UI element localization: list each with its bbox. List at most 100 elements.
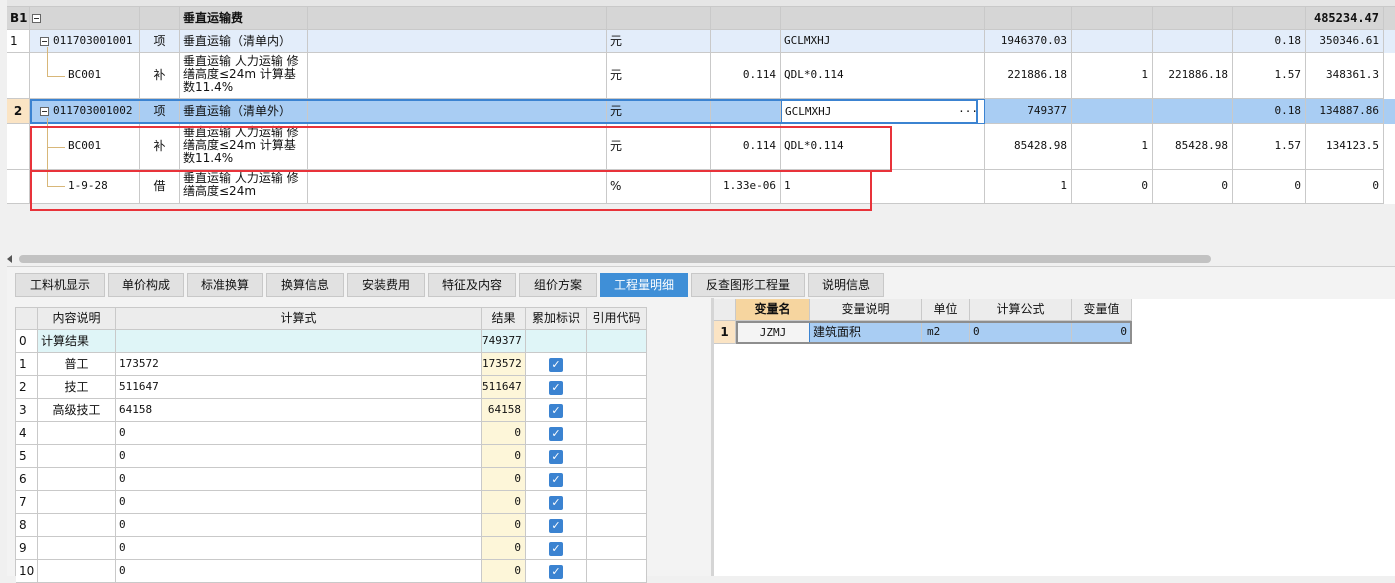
detail-formula-cell[interactable]: 173572: [116, 353, 482, 376]
table-row[interactable]: BC001 补 垂直运输 人力运输 修缮高度≤24m 计算基数11.4% 元 0…: [7, 53, 1395, 130]
detail-desc-cell[interactable]: [38, 560, 116, 583]
detail-accum-cell[interactable]: ✓: [526, 376, 587, 399]
check-icon[interactable]: ✓: [549, 519, 563, 533]
item-qty[interactable]: 0.114: [711, 53, 781, 99]
detail-formula-cell[interactable]: 0: [116, 422, 482, 445]
detail-ref-cell[interactable]: [587, 560, 647, 583]
detail-ref-cell[interactable]: [587, 491, 647, 514]
tab-graphic-quantity[interactable]: 反查图形工程量: [691, 273, 805, 297]
check-icon[interactable]: ✓: [549, 404, 563, 418]
check-icon[interactable]: ✓: [549, 565, 563, 579]
detail-accum-cell[interactable]: [526, 330, 587, 353]
detail-formula-cell[interactable]: 0: [116, 560, 482, 583]
tab-conversion-info[interactable]: 换算信息: [266, 273, 344, 297]
detail-formula-cell[interactable]: 0: [116, 445, 482, 468]
collapse-box-icon[interactable]: [40, 36, 49, 46]
table-row-selected[interactable]: 2 011703001002 项 垂直运输（清单外） 元 GCLMXHJ ···…: [7, 99, 1395, 124]
item-name[interactable]: 垂直运输（清单外）: [180, 99, 308, 124]
detail-accum-cell[interactable]: ✓: [526, 353, 587, 376]
detail-accum-cell[interactable]: ✓: [526, 560, 587, 583]
table-row[interactable]: 1 011703001001 项 垂直运输（清单内） 元 GCLMXHJ 194…: [7, 30, 1395, 53]
header-var-unit[interactable]: 单位: [922, 299, 970, 321]
var-formula-cell[interactable]: 0: [970, 321, 1072, 344]
detail-ref-cell[interactable]: [587, 353, 647, 376]
item-unit[interactable]: 元: [607, 99, 711, 124]
check-icon[interactable]: ✓: [549, 358, 563, 372]
detail-desc-cell[interactable]: 普工: [38, 353, 116, 376]
detail-accum-cell[interactable]: ✓: [526, 445, 587, 468]
detail-desc-cell[interactable]: 技工: [38, 376, 116, 399]
tab-description[interactable]: 说明信息: [808, 273, 884, 297]
check-icon[interactable]: ✓: [549, 427, 563, 441]
var-value-cell[interactable]: 0: [1072, 321, 1132, 344]
detail-accum-cell[interactable]: ✓: [526, 537, 587, 560]
detail-ref-cell[interactable]: [587, 514, 647, 537]
detail-ref-cell[interactable]: [587, 537, 647, 560]
detail-desc-cell[interactable]: [38, 468, 116, 491]
detail-ref-cell[interactable]: [587, 399, 647, 422]
collapse-box-icon[interactable]: [40, 106, 49, 116]
detail-accum-cell[interactable]: ✓: [526, 399, 587, 422]
collapse-box-icon[interactable]: [32, 14, 41, 23]
detail-formula-cell[interactable]: 0: [116, 491, 482, 514]
header-var-value[interactable]: 变量值: [1072, 299, 1132, 321]
detail-formula-cell[interactable]: 0: [116, 468, 482, 491]
detail-desc-cell[interactable]: [38, 491, 116, 514]
header-accum[interactable]: 累加标识: [526, 308, 587, 330]
item-unit[interactable]: 元: [607, 53, 711, 99]
detail-ref-cell[interactable]: [587, 330, 647, 353]
horizontal-scrollbar[interactable]: [7, 252, 1395, 266]
tree-toggle[interactable]: [30, 7, 140, 30]
header-ref[interactable]: 引用代码: [587, 308, 647, 330]
tab-install-fee[interactable]: 安装费用: [347, 273, 425, 297]
detail-desc-cell[interactable]: 高级技工: [38, 399, 116, 422]
detail-ref-cell[interactable]: [587, 376, 647, 399]
tab-features[interactable]: 特征及内容: [428, 273, 516, 297]
detail-formula-cell[interactable]: 64158: [116, 399, 482, 422]
detail-formula-cell[interactable]: 0: [116, 537, 482, 560]
detail-desc-cell[interactable]: 计算结果: [38, 330, 116, 353]
item-name[interactable]: 垂直运输 人力运输 修缮高度≤24m 计算基数11.4%: [180, 53, 308, 99]
var-name-cell[interactable]: JZMJ: [736, 321, 810, 344]
scrollbar-thumb[interactable]: [19, 255, 1211, 263]
detail-formula-cell[interactable]: [116, 330, 482, 353]
detail-ref-cell[interactable]: [587, 445, 647, 468]
detail-desc-cell[interactable]: [38, 514, 116, 537]
detail-ref-cell[interactable]: [587, 422, 647, 445]
detail-accum-cell[interactable]: ✓: [526, 491, 587, 514]
tab-labor-material[interactable]: 工料机显示: [15, 273, 105, 297]
header-desc[interactable]: 内容说明: [38, 308, 116, 330]
scroll-left-icon[interactable]: [7, 255, 12, 263]
detail-accum-cell[interactable]: ✓: [526, 468, 587, 491]
item-name[interactable]: 垂直运输（清单内）: [180, 30, 308, 53]
detail-ref-cell[interactable]: [587, 468, 647, 491]
detail-desc-cell[interactable]: [38, 445, 116, 468]
table-row[interactable]: B1 垂直运输费 485234.47: [7, 7, 1395, 30]
tab-pricing-scheme[interactable]: 组价方案: [519, 273, 597, 297]
check-icon[interactable]: ✓: [549, 496, 563, 510]
header-formula[interactable]: 计算式: [116, 308, 482, 330]
header-var-name[interactable]: 变量名: [736, 299, 810, 321]
item-expr-editor[interactable]: GCLMXHJ ···: [781, 99, 985, 124]
item-expr[interactable]: QDL*0.114: [781, 53, 985, 99]
detail-desc-cell[interactable]: [38, 537, 116, 560]
detail-accum-cell[interactable]: ✓: [526, 514, 587, 537]
tab-unit-price[interactable]: 单价构成: [108, 273, 184, 297]
item-expr[interactable]: GCLMXHJ: [781, 30, 985, 53]
var-unit-cell[interactable]: m2: [922, 321, 970, 344]
tab-standard-conversion[interactable]: 标准换算: [187, 273, 263, 297]
item-unit[interactable]: 元: [607, 30, 711, 53]
header-var-desc[interactable]: 变量说明: [810, 299, 922, 321]
detail-desc-cell[interactable]: [38, 422, 116, 445]
var-desc-cell[interactable]: 建筑面积: [810, 321, 922, 344]
header-var-formula[interactable]: 计算公式: [970, 299, 1072, 321]
tab-quantity-detail[interactable]: 工程量明细: [600, 273, 688, 297]
detail-formula-cell[interactable]: 0: [116, 514, 482, 537]
check-icon[interactable]: ✓: [549, 473, 563, 487]
check-icon[interactable]: ✓: [549, 542, 563, 556]
detail-formula-cell[interactable]: 511647: [116, 376, 482, 399]
check-icon[interactable]: ✓: [549, 450, 563, 464]
detail-accum-cell[interactable]: ✓: [526, 422, 587, 445]
ellipsis-button[interactable]: ···: [958, 100, 978, 123]
check-icon[interactable]: ✓: [549, 381, 563, 395]
